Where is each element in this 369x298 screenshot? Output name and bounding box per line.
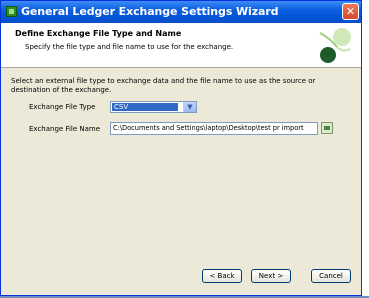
next-button[interactable]: Next > (251, 269, 291, 283)
instructions-text: Select an external file type to exchange… (11, 77, 316, 94)
wizard-window: General Ledger Exchange Settings Wizard … (0, 0, 362, 296)
window-title: General Ledger Exchange Settings Wizard (21, 5, 279, 18)
cancel-button[interactable]: Cancel (311, 269, 351, 283)
folder-browse-icon[interactable] (321, 122, 333, 134)
file-type-selected: CSV (112, 103, 178, 111)
title-bar[interactable]: General Ledger Exchange Settings Wizard … (1, 1, 361, 23)
ledger-app-icon (6, 6, 17, 17)
wizard-art-icon (319, 28, 351, 63)
page-title: Define Exchange File Type and Name (15, 29, 182, 38)
file-name-input[interactable]: C:\Documents and Settings\laptop\Desktop… (110, 122, 318, 135)
back-button[interactable]: < Back (202, 269, 242, 283)
file-name-label: Exchange File Name (29, 125, 101, 133)
chevron-down-icon[interactable]: ▼ (183, 102, 196, 112)
file-type-label: Exchange File Type (29, 103, 96, 111)
wizard-header: Define Exchange File Type and Name Speci… (1, 23, 361, 68)
close-button[interactable]: ✕ (342, 3, 359, 20)
page-subtitle: Specify the file type and file name to u… (25, 43, 234, 51)
file-type-dropdown[interactable]: CSV ▼ (110, 101, 197, 113)
